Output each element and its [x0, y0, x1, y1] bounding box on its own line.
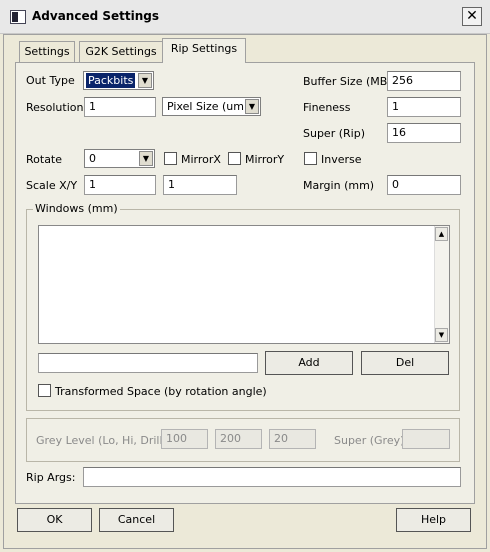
resolution-unit-combo[interactable]: Pixel Size (um) ▼	[162, 97, 261, 116]
window-title: Advanced Settings	[32, 9, 160, 23]
super-rip-input[interactable]: 16	[387, 123, 461, 143]
scale-label: Scale X/Y	[26, 179, 78, 192]
buffer-size-label: Buffer Size (MB)	[303, 75, 392, 88]
super-grey-label: Super (Grey)	[334, 434, 405, 447]
tab-rip-settings[interactable]: Rip Settings	[162, 38, 246, 63]
rotate-label: Rotate	[26, 153, 63, 166]
windows-list-scrollbar[interactable]	[434, 226, 449, 343]
rip-args-input[interactable]	[83, 467, 461, 487]
scroll-up-icon[interactable]: ▲	[435, 227, 448, 241]
transformed-space-label: Transformed Space (by rotation angle)	[55, 385, 267, 398]
mirrory-checkbox[interactable]	[228, 152, 241, 165]
rotate-combo[interactable]: 0 ▼	[84, 149, 155, 168]
chevron-down-icon[interactable]: ▼	[245, 99, 259, 114]
grey-level-label: Grey Level (Lo, Hi, Drill):	[36, 434, 171, 447]
out-type-value: Packbits	[86, 73, 136, 88]
windows-legend: Windows (mm)	[33, 202, 120, 215]
inverse-checkbox[interactable]	[304, 152, 317, 165]
close-button[interactable]: ✕	[462, 7, 482, 26]
mirrorx-checkbox[interactable]	[164, 152, 177, 165]
chevron-down-icon[interactable]: ▼	[139, 151, 153, 166]
margin-label: Margin (mm)	[303, 179, 375, 192]
tab-settings[interactable]: Settings	[19, 41, 75, 62]
scroll-down-icon[interactable]: ▼	[435, 328, 448, 342]
mirrory-label: MirrorY	[245, 153, 285, 166]
out-type-combo[interactable]: Packbits ▼	[83, 71, 154, 90]
fineness-input[interactable]: 1	[387, 97, 461, 117]
buffer-size-input[interactable]: 256	[387, 71, 461, 91]
grey-hi-input[interactable]: 200	[215, 429, 262, 449]
add-button[interactable]: Add	[265, 351, 353, 375]
fineness-label: Fineness	[303, 101, 351, 114]
margin-input[interactable]: 0	[387, 175, 461, 195]
grey-drill-input[interactable]: 20	[269, 429, 316, 449]
app-icon	[10, 10, 26, 24]
cancel-button[interactable]: Cancel	[99, 508, 174, 532]
grey-lo-input[interactable]: 100	[161, 429, 208, 449]
resolution-input[interactable]: 1	[84, 97, 156, 117]
chevron-down-icon[interactable]: ▼	[138, 73, 152, 88]
rip-args-label: Rip Args:	[26, 471, 76, 484]
window-entry-input[interactable]	[38, 353, 258, 373]
rotate-value: 0	[89, 152, 96, 165]
scale-x-input[interactable]: 1	[84, 175, 156, 195]
transformed-space-checkbox[interactable]	[38, 384, 51, 397]
del-button[interactable]: Del	[361, 351, 449, 375]
inverse-label: Inverse	[321, 153, 362, 166]
resolution-unit-value: Pixel Size (um)	[167, 100, 249, 113]
help-button[interactable]: Help	[396, 508, 471, 532]
scale-y-input[interactable]: 1	[163, 175, 237, 195]
windows-list[interactable]	[38, 225, 450, 344]
resolution-label: Resolution	[26, 101, 84, 114]
out-type-label: Out Type	[26, 74, 75, 87]
ok-button[interactable]: OK	[17, 508, 92, 532]
super-grey-input[interactable]	[402, 429, 450, 449]
super-rip-label: Super (Rip)	[303, 127, 365, 140]
mirrorx-label: MirrorX	[181, 153, 221, 166]
tab-g2k-settings[interactable]: G2K Settings	[79, 41, 163, 62]
